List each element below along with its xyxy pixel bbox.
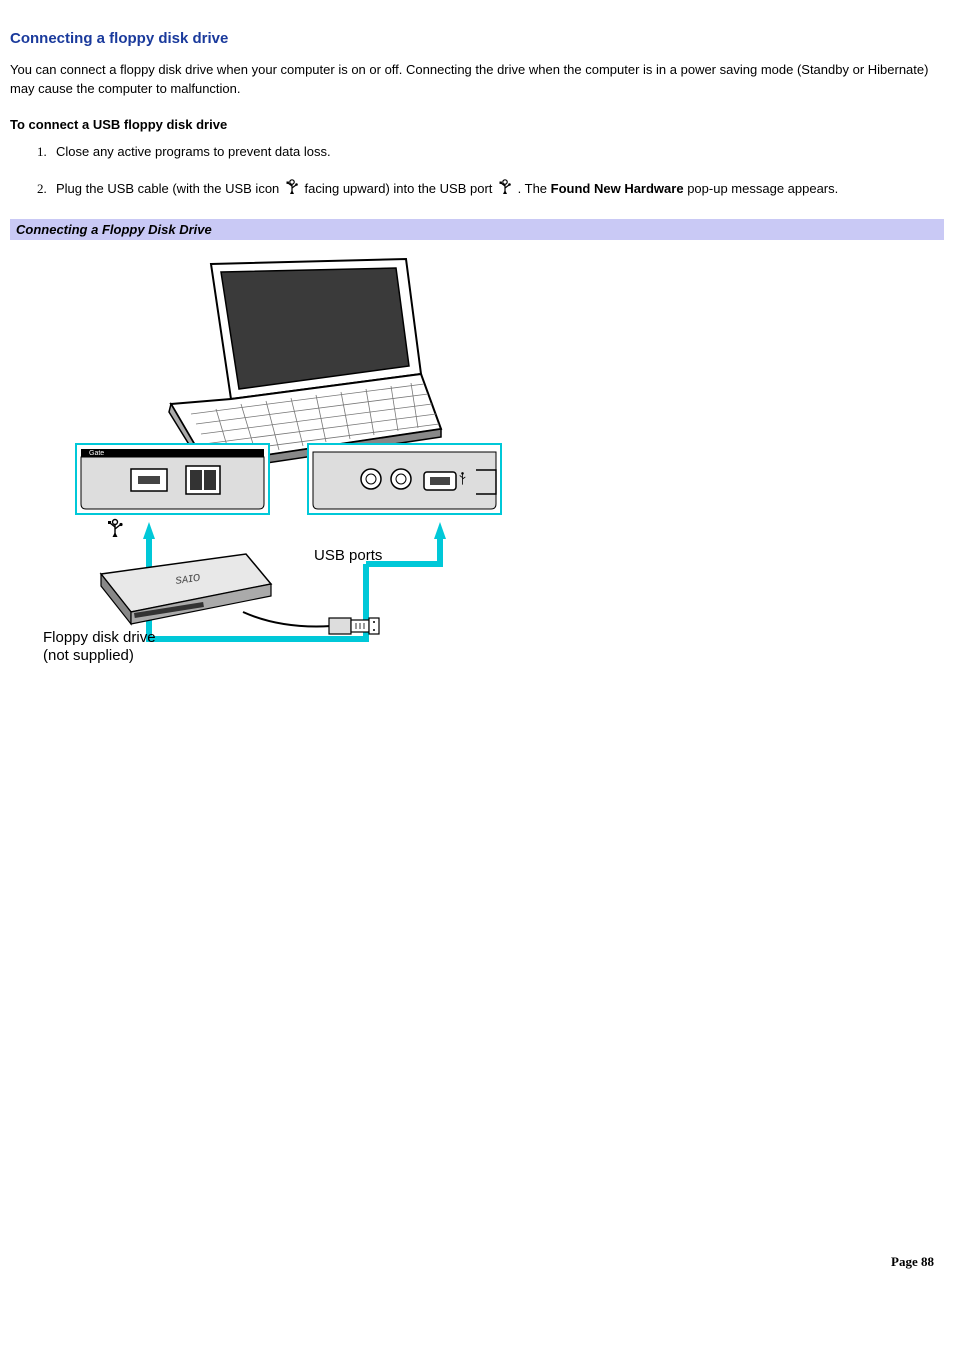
steps-list: Close any active programs to prevent dat…	[10, 142, 944, 201]
svg-text:Gate: Gate	[89, 450, 104, 457]
step-2-text-mid: facing upward) into the USB port	[305, 181, 497, 196]
figure-diagram: Gate	[46, 244, 506, 664]
section-title: Connecting a floppy disk drive	[10, 30, 944, 47]
laptop-illustration	[169, 259, 441, 472]
label-floppy-line2: (not supplied)	[43, 647, 134, 664]
label-floppy-line1: Floppy disk drive	[43, 629, 156, 646]
intro-paragraph: You can connect a floppy disk drive when…	[10, 61, 944, 99]
step-2-bold: Found New Hardware	[551, 181, 684, 196]
step-2-text-end: pop-up message appears.	[687, 181, 838, 196]
figure-caption: Connecting a Floppy Disk Drive	[10, 219, 944, 240]
page-number: Page 88	[891, 1254, 934, 1270]
usb-icon	[285, 179, 299, 201]
left-port-zoom: Gate	[76, 444, 269, 552]
label-usb-ports: USB ports	[314, 547, 382, 564]
step-2-text-after: . The	[518, 181, 551, 196]
procedure-subheading: To connect a USB floppy disk drive	[10, 117, 944, 132]
right-port-zoom	[308, 444, 501, 552]
usb-icon	[108, 519, 123, 537]
floppy-drive-illustration: sᴀɪo	[101, 554, 379, 634]
step-1: Close any active programs to prevent dat…	[50, 142, 944, 162]
usb-icon	[498, 179, 512, 201]
step-2: Plug the USB cable (with the USB icon fa…	[50, 179, 944, 201]
step-2-text-pre: Plug the USB cable (with the USB icon	[56, 181, 283, 196]
